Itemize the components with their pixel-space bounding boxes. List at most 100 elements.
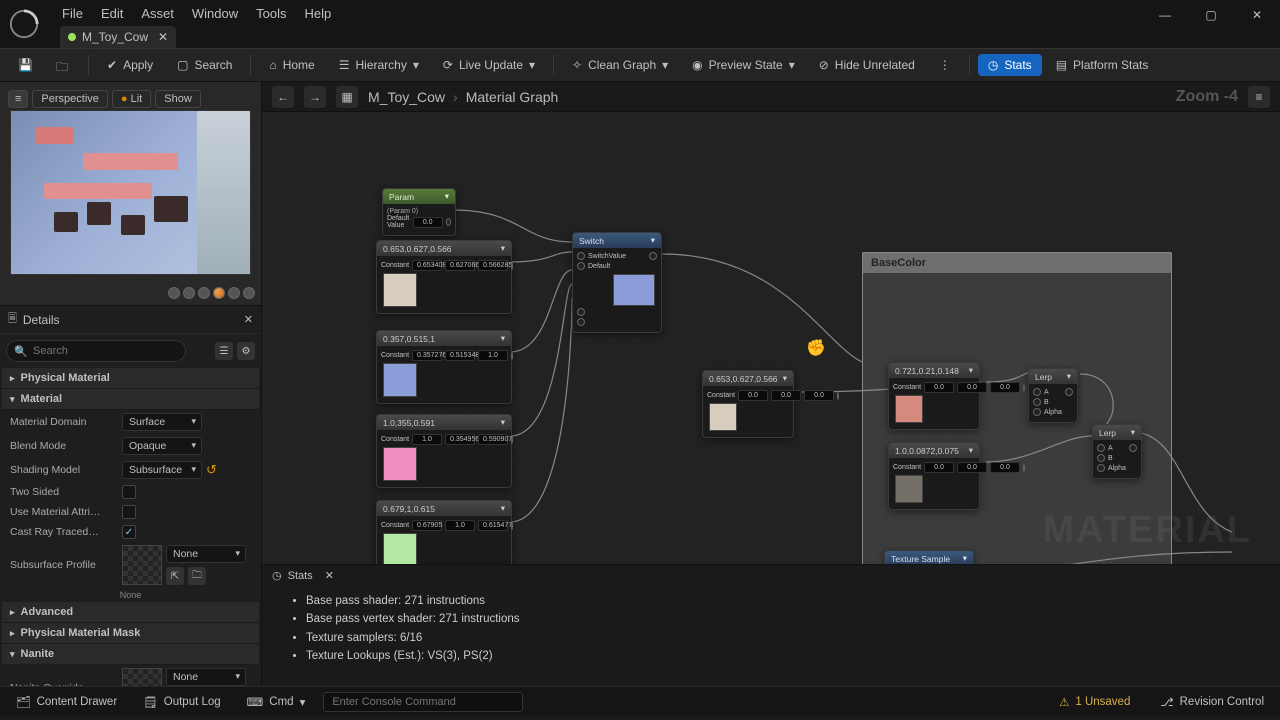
use-selected-button[interactable]: ⇱ [166, 567, 184, 585]
output-pin[interactable] [1023, 464, 1025, 472]
label-use-mat-attr: Use Material Attri… [10, 506, 116, 518]
breadcrumb-asset[interactable]: M_Toy_Cow [368, 89, 445, 105]
preview-state-button[interactable]: ◉Preview State▾ [682, 54, 805, 76]
shape-plane-button[interactable] [198, 287, 210, 299]
output-pin[interactable] [511, 262, 513, 270]
node-switch[interactable]: Switch▾ SwitchValue Default [572, 232, 662, 333]
viewport-lit-button[interactable]: ● Lit [112, 90, 151, 108]
viewport-menu-button[interactable]: ≡ [8, 90, 28, 108]
window-close[interactable]: ✕ [1234, 0, 1280, 30]
reset-icon[interactable]: ↺ [206, 462, 217, 478]
nanite-thumbnail[interactable] [122, 668, 162, 686]
node-lerp-2[interactable]: Lerp▾ ABAlpha [1092, 424, 1142, 479]
section-material[interactable]: ▾Material [2, 389, 259, 410]
cast-ray-checkbox[interactable]: ✓ [122, 525, 136, 539]
content-drawer-button[interactable]: 🗂Content Drawer [8, 692, 125, 712]
browse-button[interactable]: 🗀 [46, 54, 80, 76]
console-input[interactable] [323, 692, 523, 712]
section-phys-mat-mask[interactable]: ▸Physical Material Mask [2, 623, 259, 644]
two-sided-checkbox[interactable] [122, 485, 136, 499]
shape-sphere-button[interactable] [183, 287, 195, 299]
viewport-show-button[interactable]: Show [155, 90, 201, 108]
output-log-button[interactable]: 🗒Output Log [135, 692, 229, 712]
blend-mode-dropdown[interactable]: Opaque [122, 437, 202, 455]
stats-close-icon[interactable]: ✕ [325, 569, 334, 582]
home-button[interactable]: ⌂Home [259, 54, 324, 76]
output-pin[interactable] [511, 352, 513, 360]
save-button[interactable]: 💾 [8, 54, 42, 76]
asset-tab[interactable]: M_Toy_Cow ✕ [60, 26, 176, 48]
browse-asset-button[interactable]: 🗀 [188, 567, 206, 585]
breadcrumb-graph[interactable]: Material Graph [466, 89, 559, 105]
overflow-button[interactable]: ⋮ [929, 54, 961, 76]
details-settings-button[interactable]: ⚙ [237, 342, 255, 360]
apply-button[interactable]: ✔Apply [97, 54, 163, 76]
section-nanite[interactable]: ▾Nanite [2, 644, 259, 665]
shape-cylinder-button[interactable] [168, 287, 180, 299]
live-update-button[interactable]: ⟳Live Update▾ [433, 54, 545, 76]
menu-window[interactable]: Window [192, 6, 238, 21]
revision-control-button[interactable]: ⎇Revision Control [1152, 692, 1272, 712]
preview-viewport[interactable]: ≡ Perspective ● Lit Show [0, 82, 261, 306]
stats-button[interactable]: ◷Stats [978, 54, 1042, 76]
nav-back-button[interactable]: ← [272, 86, 294, 108]
shape-mesh-button[interactable] [243, 287, 255, 299]
output-pin[interactable] [511, 436, 513, 444]
material-graph-canvas[interactable]: BaseColor MATERIAL Param▾ (Param 0)Defau… [262, 112, 1280, 564]
unsaved-button[interactable]: ⚠1 Unsaved [1051, 692, 1138, 712]
subsurface-thumbnail[interactable] [122, 545, 162, 585]
chevron-down-icon: ▾ [10, 394, 15, 405]
subsurface-dropdown[interactable]: None [166, 545, 246, 563]
section-advanced[interactable]: ▸Advanced [2, 602, 259, 623]
shape-cube-button[interactable] [213, 287, 225, 299]
nav-forward-button[interactable]: → [304, 86, 326, 108]
hierarchy-button[interactable]: ☰Hierarchy▾ [329, 54, 429, 76]
menu-help[interactable]: Help [304, 6, 331, 21]
input-pin[interactable] [577, 252, 585, 260]
output-pin[interactable] [837, 392, 839, 400]
viewport-perspective-button[interactable]: Perspective [32, 90, 107, 108]
cmd-button[interactable]: ⌨Cmd▾ [239, 692, 314, 712]
hide-unrelated-button[interactable]: ⊘Hide Unrelated [809, 54, 925, 76]
details-close-icon[interactable]: ✕ [244, 313, 253, 326]
input-pin[interactable] [577, 318, 585, 326]
use-mat-attr-checkbox[interactable] [122, 505, 136, 519]
graph-menu-button[interactable]: ≡ [1248, 86, 1270, 108]
material-domain-dropdown[interactable]: Surface [122, 413, 202, 431]
menu-asset[interactable]: Asset [141, 6, 174, 21]
node-constant-7[interactable]: 1.0,0.0872,0.075▾ Constant0.00.00.0 [888, 442, 980, 510]
window-maximize[interactable]: ▢ [1188, 0, 1234, 30]
output-pin[interactable] [1023, 384, 1025, 392]
menu-tools[interactable]: Tools [256, 6, 286, 21]
stats-list: Base pass shader: 271 instructions Base … [262, 586, 1280, 672]
menu-edit[interactable]: Edit [101, 6, 123, 21]
node-constant-2[interactable]: 0.357,0.515,1▾ Constant0.3572760.5153481… [376, 330, 512, 404]
shape-custom-button[interactable] [228, 287, 240, 299]
node-param[interactable]: Param▾ (Param 0)Default Value0.0 [382, 188, 456, 236]
window-minimize[interactable]: — [1142, 0, 1188, 30]
output-pin[interactable] [511, 522, 513, 530]
section-physical-material[interactable]: ▸Physical Material [2, 368, 259, 389]
node-constant-3[interactable]: 1.0,355,0.591▾ Constant1.00.3549560.5909… [376, 414, 512, 488]
node-constant-5[interactable]: 0.653,0.627,0.566▾ Constant0.00.00.0 [702, 370, 794, 438]
input-pin[interactable] [577, 308, 585, 316]
output-pin[interactable] [649, 252, 657, 260]
node-constant-4[interactable]: 0.679,1,0.615▾ Constant0.679051.00.61547… [376, 500, 512, 564]
input-pin[interactable] [577, 262, 585, 270]
node-constant-6[interactable]: 0.721,0.21,0.148▾ Constant0.00.00.0 [888, 362, 980, 430]
output-pin[interactable] [446, 218, 451, 226]
node-lerp-1[interactable]: Lerp▾ ABAlpha [1028, 368, 1078, 423]
param-value-input[interactable]: 0.0 [413, 217, 443, 228]
nav-home-button[interactable]: ▦ [336, 86, 358, 108]
tab-close-icon[interactable]: ✕ [158, 30, 168, 44]
clean-graph-button[interactable]: ✧Clean Graph▾ [562, 54, 678, 76]
shading-model-dropdown[interactable]: Subsurface [122, 461, 202, 479]
details-search-input[interactable] [6, 340, 186, 362]
platform-stats-button[interactable]: ▤Platform Stats [1046, 54, 1159, 76]
menu-file[interactable]: File [62, 6, 83, 21]
node-constant-1[interactable]: 0.653,0.627,0.566▾ Constant0.6534080.627… [376, 240, 512, 314]
node-texture-sample[interactable]: Texture Sample▾ UVsRGB ▸TexApply View Mi… [884, 550, 974, 564]
details-filter-button[interactable]: ☰ [215, 342, 233, 360]
nanite-override-dropdown[interactable]: None [166, 668, 246, 686]
search-button[interactable]: ▢Search [167, 54, 242, 76]
